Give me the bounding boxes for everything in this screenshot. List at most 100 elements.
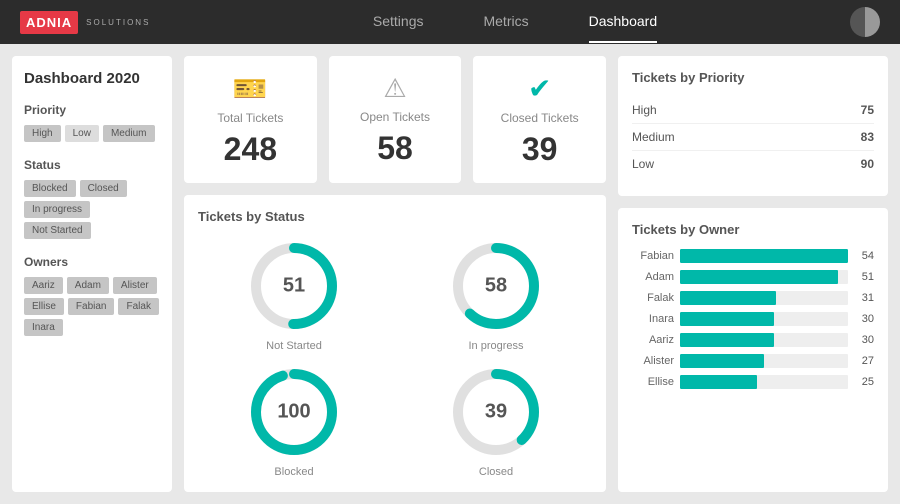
priority-row-medium: Medium 83 [632,124,874,151]
priority-row-low: Low 90 [632,151,874,177]
donut-in-progress-wrapper: 58 [446,236,546,336]
owner-bar-falak: Falak 31 [632,291,874,305]
donut-blocked-value: 100 [277,401,310,424]
owner-name-alister: Alister [632,355,674,367]
total-tickets-label: Total Tickets [217,111,283,125]
tag-ellise[interactable]: Ellise [24,298,64,315]
bar-fill-inara [680,312,774,326]
tag-high[interactable]: High [24,125,61,142]
bar-count-fabian: 54 [854,250,874,262]
donut-closed: 39 Closed [400,362,592,478]
owner-bar-inara: Inara 30 [632,312,874,326]
priority-medium-name: Medium [632,130,675,144]
donut-closed-value: 39 [485,401,507,424]
bar-count-aariz: 30 [854,334,874,346]
priority-high-name: High [632,103,657,117]
theme-toggle-button[interactable] [850,7,880,37]
priority-low-count: 90 [861,157,874,171]
bar-count-adam: 51 [854,271,874,283]
tag-medium[interactable]: Medium [103,125,155,142]
tag-falak[interactable]: Falak [118,298,158,315]
owner-name-ellise: Ellise [632,376,674,388]
tickets-by-owner-title: Tickets by Owner [632,222,874,237]
open-tickets-label: Open Tickets [360,110,430,124]
owner-bar-fabian: Fabian 54 [632,249,874,263]
bar-track-inara [680,312,848,326]
tag-aariz[interactable]: Aariz [24,277,63,294]
donut-grid: 51 Not Started 58 In progress [198,236,592,478]
status-filter: Status Blocked Closed In progress Not St… [24,158,160,239]
donut-not-started-value: 51 [283,275,305,298]
owner-name-aariz: Aariz [632,334,674,346]
priority-tags: High Low Medium [24,125,160,142]
closed-tickets-label: Closed Tickets [501,111,579,125]
tickets-by-status-section: Tickets by Status 51 Not Started [184,195,606,492]
owner-name-fabian: Fabian [632,250,674,262]
donut-not-started: 51 Not Started [198,236,390,352]
header: ADNIA SOLUTIONS Settings Metrics Dashboa… [0,0,900,44]
bar-fill-fabian [680,249,848,263]
owners-label: Owners [24,255,160,269]
owner-name-falak: Falak [632,292,674,304]
main-content: Dashboard 2020 Priority High Low Medium … [0,44,900,504]
tag-adam[interactable]: Adam [67,277,109,294]
bar-fill-falak [680,291,776,305]
tag-closed[interactable]: Closed [80,180,127,197]
closed-tickets-card: ✔ Closed Tickets 39 [473,56,606,183]
bar-track-falak [680,291,848,305]
bar-count-falak: 31 [854,292,874,304]
tag-low[interactable]: Low [65,125,99,142]
priority-low-name: Low [632,157,654,171]
tag-blocked[interactable]: Blocked [24,180,76,197]
donut-blocked-label: Blocked [274,466,313,478]
priority-row-high: High 75 [632,97,874,124]
open-tickets-card: ⚠ Open Tickets 58 [329,56,462,183]
main-nav: Settings Metrics Dashboard [180,1,850,43]
bar-fill-aariz [680,333,774,347]
bar-fill-adam [680,270,838,284]
bar-fill-alister [680,354,764,368]
tag-alister[interactable]: Alister [113,277,157,294]
bar-track-fabian [680,249,848,263]
tag-inara[interactable]: Inara [24,319,63,336]
donut-closed-wrapper: 39 [446,362,546,462]
owner-bar-aariz: Aariz 30 [632,333,874,347]
owner-bar-ellise: Ellise 25 [632,375,874,389]
metrics-row: 🎫 Total Tickets 248 ⚠ Open Tickets 58 ✔ … [184,56,606,183]
priority-label: Priority [24,103,160,117]
donut-in-progress: 58 In progress [400,236,592,352]
nav-settings[interactable]: Settings [373,1,424,43]
owner-name-adam: Adam [632,271,674,283]
tickets-by-priority-title: Tickets by Priority [632,70,874,85]
tag-not-started[interactable]: Not Started [24,222,91,239]
donut-not-started-label: Not Started [266,340,322,352]
closed-tickets-value: 39 [522,131,558,168]
total-tickets-value: 248 [224,131,277,168]
total-tickets-icon: 🎫 [233,72,268,105]
owner-name-inara: Inara [632,313,674,325]
closed-tickets-icon: ✔ [528,72,551,105]
open-tickets-value: 58 [377,130,413,167]
tickets-by-status-title: Tickets by Status [198,209,592,224]
bar-count-ellise: 25 [854,376,874,388]
bar-track-aariz [680,333,848,347]
owners-filter: Owners Aariz Adam Alister Ellise Fabian … [24,255,160,336]
tickets-by-owner-card: Tickets by Owner Fabian 54 Adam 51 Falak… [618,208,888,492]
donut-blocked-wrapper: 100 [244,362,344,462]
bar-count-alister: 27 [854,355,874,367]
tag-in-progress[interactable]: In progress [24,201,90,218]
donut-in-progress-label: In progress [468,340,523,352]
priority-medium-count: 83 [861,130,874,144]
open-tickets-icon: ⚠ [383,73,406,104]
bar-track-alister [680,354,848,368]
donut-not-started-wrapper: 51 [244,236,344,336]
priority-filter: Priority High Low Medium [24,103,160,142]
owner-bar-alister: Alister 27 [632,354,874,368]
status-tags: Blocked Closed In progress Not Started [24,180,160,239]
nav-metrics[interactable]: Metrics [483,1,528,43]
status-label: Status [24,158,160,172]
tag-fabian[interactable]: Fabian [68,298,115,315]
nav-dashboard[interactable]: Dashboard [589,1,658,43]
sidebar-title: Dashboard 2020 [24,70,160,87]
sidebar: Dashboard 2020 Priority High Low Medium … [12,56,172,492]
